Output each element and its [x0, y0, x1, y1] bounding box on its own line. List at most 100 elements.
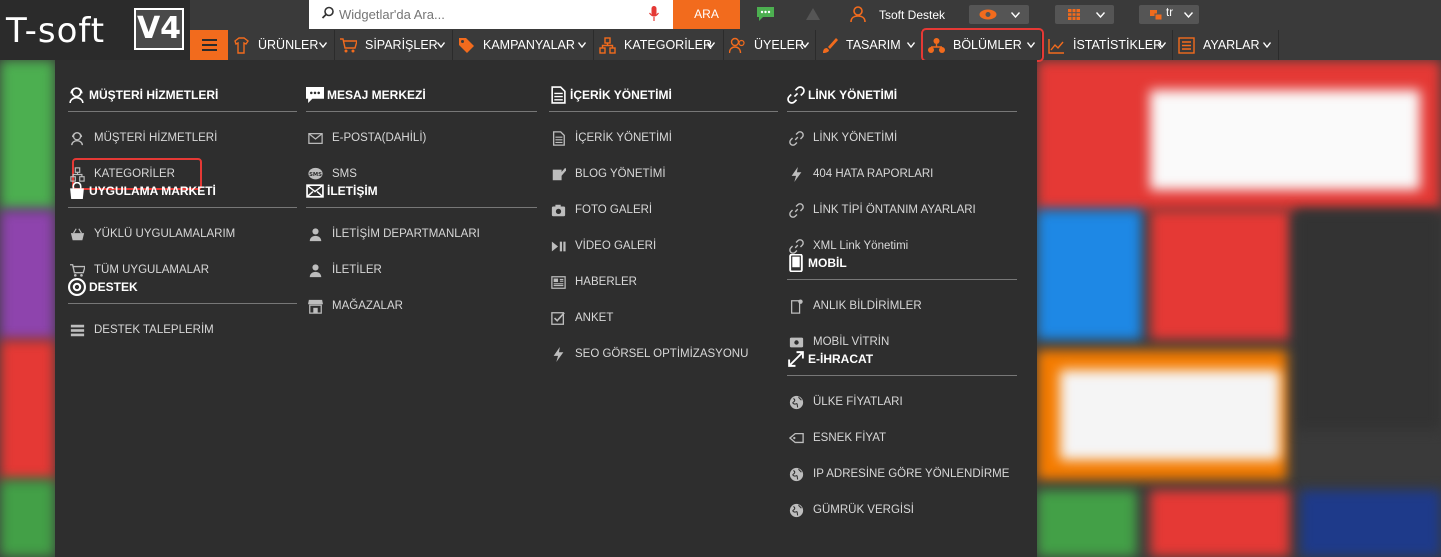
globe-icon: [789, 503, 804, 518]
menu-section-header: UYGULAMA MARKETİ: [68, 180, 297, 208]
chevron-down-icon: [1263, 42, 1271, 48]
menu-item[interactable]: ANKET: [549, 300, 778, 336]
nav-label: KATEGORİLER: [624, 38, 712, 52]
nav-item-members[interactable]: ÜYELER: [724, 30, 816, 60]
menu-item[interactable]: LİNK TİPİ ÖNTANIM AYARLARI: [787, 192, 1017, 228]
menu-item[interactable]: LİNK YÖNETİMİ: [787, 120, 1017, 156]
section-title: MOBİL: [808, 256, 847, 270]
menu-item[interactable]: 404 HATA RAPORLARI: [787, 156, 1017, 192]
nav-label: TASARIM: [846, 38, 901, 52]
section-title: MÜŞTERİ HİZMETLERİ: [89, 88, 219, 102]
envelope-icon: [306, 184, 324, 198]
category-icon: [599, 37, 616, 54]
menu-item[interactable]: MAĞAZALAR: [306, 288, 537, 324]
layout-dropdown[interactable]: [1055, 5, 1114, 24]
nav-item-campaigns[interactable]: KAMPANYALAR: [453, 30, 594, 60]
menu-column-1: MÜŞTERİ HİZMETLERİ MÜŞTERİ HİZMETLERİ KATE…: [68, 84, 297, 348]
menu-toggle-button[interactable]: [190, 30, 228, 60]
messages-button[interactable]: [740, 0, 790, 29]
sections-icon: [928, 38, 945, 53]
video-icon: [551, 241, 566, 252]
nav-item-orders[interactable]: SİPARİŞLER: [335, 30, 453, 60]
menu-item[interactable]: HABERLER: [549, 264, 778, 300]
nav-item-design[interactable]: TASARIM: [816, 30, 922, 60]
notification-icon: [791, 299, 803, 314]
person-icon: [309, 228, 322, 242]
menu-item-label: LİNK TİPİ ÖNTANIM AYARLARI: [813, 204, 976, 216]
shopping-bag-icon: [70, 182, 84, 199]
brush-icon: [823, 38, 838, 53]
eye-icon: [979, 9, 997, 20]
menu-column-4: LİNK YÖNETİMİ LİNK YÖNETİMİ 404 HATA RAPOR…: [787, 84, 1017, 528]
search-button[interactable]: ARA: [673, 0, 740, 29]
bolt-icon: [553, 347, 564, 362]
menu-item[interactable]: DESTEK TALEPLERİM: [68, 312, 297, 348]
menu-item-label: ANKET: [575, 312, 614, 324]
app-root: T-soft V4 ARA Tsoft Destek tr: [0, 0, 1441, 557]
document-icon: [551, 86, 566, 104]
section-title: İLETİŞİM: [327, 184, 378, 198]
chevron-down-icon: [437, 42, 445, 48]
chat-icon: [757, 7, 774, 21]
document-icon: [552, 131, 565, 146]
menu-item[interactable]: MÜŞTERİ HİZMETLERİ: [68, 120, 297, 156]
menu-item[interactable]: E-POSTA(DAHİLİ): [306, 120, 537, 156]
menu-column-3: İÇERİK YÖNETİMİ İÇERİK YÖNETİMİ BLOG YÖNET…: [549, 84, 778, 372]
nav-item-categories[interactable]: KATEGORİLER: [594, 30, 724, 60]
menu-item[interactable]: BLOG YÖNETİMİ: [549, 156, 778, 192]
menu-item-label: LİNK YÖNETİMİ: [813, 132, 898, 144]
menu-item[interactable]: İLETİŞİM DEPARTMANLARI: [306, 216, 537, 252]
brand-logo[interactable]: T-soft V4: [0, 0, 190, 60]
news-icon: [551, 276, 566, 289]
nav-label: ÜRÜNLER: [258, 38, 319, 52]
menu-item-label: MAĞAZALAR: [332, 300, 403, 312]
basket-icon: [70, 228, 85, 241]
menu-item[interactable]: ESNEK FİYAT: [787, 420, 1017, 456]
preview-dropdown[interactable]: [969, 5, 1029, 24]
alerts-button[interactable]: [790, 0, 838, 29]
nav-label: İSTATİSTİKLER: [1073, 38, 1163, 52]
menu-item[interactable]: IP ADRESİNE GÖRE YÖNLENDİRME: [787, 456, 1017, 492]
user-name: Tsoft Destek: [879, 8, 946, 22]
menu-item-label: IP ADRESİNE GÖRE YÖNLENDİRME: [813, 468, 1010, 480]
nav-item-settings[interactable]: AYARLAR: [1173, 30, 1279, 60]
language-value: tr: [1166, 7, 1174, 19]
menu-item-label: 404 HATA RAPORLARI: [813, 168, 934, 180]
menu-item[interactable]: VİDEO GALERİ: [549, 228, 778, 264]
logo-version: V4: [134, 8, 184, 50]
users-icon: [729, 37, 745, 54]
menu-item-label: ESNEK FİYAT: [813, 432, 887, 444]
search-input[interactable]: [339, 4, 639, 24]
bolt-icon: [791, 167, 802, 182]
nav-item-statistics[interactable]: İSTATİSTİKLER: [1043, 30, 1173, 60]
price-tag-icon: [789, 432, 804, 444]
user-menu[interactable]: Tsoft Destek: [838, 0, 954, 29]
section-title: UYGULAMA MARKETİ: [89, 184, 216, 198]
search-icon: [321, 6, 334, 19]
menu-item[interactable]: İLETİLER: [306, 252, 537, 288]
microphone-icon[interactable]: [649, 6, 659, 22]
sections-mega-menu: MÜŞTERİ HİZMETLERİ MÜŞTERİ HİZMETLERİ KATE…: [55, 60, 1037, 557]
menu-item-label: İÇERİK YÖNETİMİ: [575, 132, 672, 144]
chevron-down-icon: [801, 42, 809, 48]
menu-item[interactable]: YÜKLÜ UYGULAMALARIM: [68, 216, 297, 252]
link-icon: [789, 203, 804, 218]
cart-icon: [340, 38, 357, 53]
store-icon: [308, 299, 323, 314]
product-icon: [234, 37, 249, 54]
menu-item-label: İLETİLER: [332, 264, 382, 276]
menu-item[interactable]: GÜMRÜK VERGİSİ: [787, 492, 1017, 528]
menu-section-header: İÇERİK YÖNETİMİ: [549, 84, 778, 112]
language-dropdown[interactable]: tr: [1139, 5, 1199, 24]
menu-item[interactable]: ANLIK BİLDİRİMLER: [787, 288, 1017, 324]
nav-item-sections[interactable]: BÖLÜMLER: [921, 28, 1044, 62]
nav-item-products[interactable]: ÜRÜNLER: [228, 30, 335, 60]
stats-icon: [1048, 39, 1064, 54]
menu-item[interactable]: SEO GÖRSEL OPTİMİZASYONU: [549, 336, 778, 372]
menu-item[interactable]: İÇERİK YÖNETİMİ: [549, 120, 778, 156]
menu-item[interactable]: ÜLKE FİYATLARI: [787, 384, 1017, 420]
main-nav: ÜRÜNLER SİPARİŞLER KAMPANYALAR KATEGORİL…: [190, 28, 1441, 62]
menu-section-header: MOBİL: [787, 252, 1017, 280]
menu-item[interactable]: FOTO GALERİ: [549, 192, 778, 228]
list-icon: [70, 324, 85, 337]
